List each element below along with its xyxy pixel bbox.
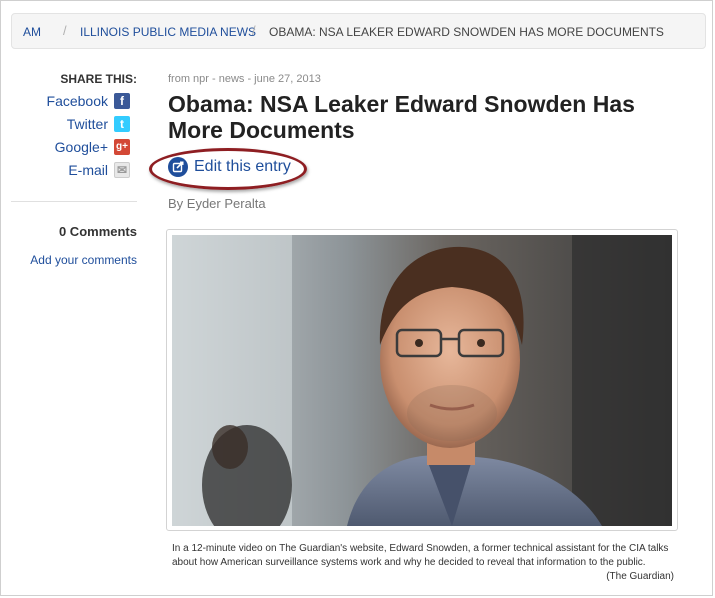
share-email[interactable]: E-mail ✉ — [68, 161, 130, 179]
edit-entry-button[interactable]: Edit this entry — [168, 157, 291, 177]
breadcrumb-separator: / — [252, 23, 256, 38]
breadcrumb-item-am[interactable]: AM — [23, 25, 41, 39]
share-google-plus[interactable]: Google+ g+ — [55, 138, 130, 156]
breadcrumb-item-current: OBAMA: NSA LEAKER EDWARD SNOWDEN HAS MOR… — [269, 25, 664, 39]
google-plus-icon[interactable]: g+ — [114, 139, 130, 155]
share-email-link[interactable]: E-mail — [68, 162, 108, 178]
photo-caption-text: In a 12-minute video on The Guardian's w… — [172, 543, 669, 568]
breadcrumb-item-illinois-public-media-news[interactable]: ILLINOIS PUBLIC MEDIA NEWS — [80, 25, 256, 39]
edit-entry-label[interactable]: Edit this entry — [194, 158, 291, 176]
email-icon[interactable]: ✉ — [114, 162, 130, 178]
article-title: Obama: NSA Leaker Edward Snowden Has Mor… — [168, 91, 635, 143]
breadcrumb: AM / ILLINOIS PUBLIC MEDIA NEWS / OBAMA:… — [11, 13, 706, 49]
share-google-plus-link[interactable]: Google+ — [55, 139, 108, 155]
article-meta: from npr - news - june 27, 2013 — [168, 73, 321, 85]
article-photo-frame — [166, 229, 678, 531]
share-twitter-link[interactable]: Twitter — [67, 116, 108, 132]
share-facebook-link[interactable]: Facebook — [47, 93, 108, 109]
photo-credit: (The Guardian) — [606, 571, 674, 582]
share-title: SHARE THIS: — [60, 72, 137, 86]
edit-icon[interactable] — [168, 157, 188, 177]
article-byline: By Eyder Peralta — [168, 196, 266, 211]
article-photo — [172, 235, 672, 526]
photo-caption: In a 12-minute video on The Guardian's w… — [172, 542, 674, 584]
comments-count: 0 Comments — [58, 224, 137, 239]
facebook-icon[interactable]: f — [114, 93, 130, 109]
breadcrumb-separator: / — [63, 23, 67, 38]
twitter-icon[interactable]: t — [114, 116, 130, 132]
sidebar-divider — [11, 201, 137, 202]
share-facebook[interactable]: Facebook f — [47, 92, 130, 110]
add-comments-link[interactable]: Add your comments — [30, 253, 137, 267]
share-twitter[interactable]: Twitter t — [67, 115, 130, 133]
